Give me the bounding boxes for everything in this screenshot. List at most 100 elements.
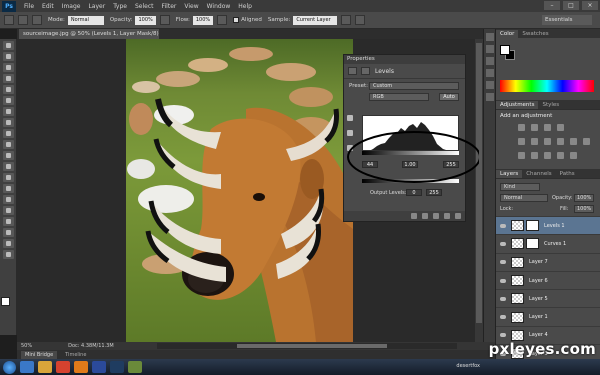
zoom-tool-icon[interactable] <box>2 250 14 259</box>
type-tool-icon[interactable] <box>2 206 14 215</box>
layer-row[interactable]: Layer 7 <box>496 252 600 271</box>
tab-paths[interactable]: Paths <box>556 170 579 178</box>
color-balance-icon[interactable] <box>544 138 551 145</box>
layer-mask-thumbnail[interactable] <box>526 238 539 250</box>
layer-visibility-eye-icon[interactable] <box>500 333 506 338</box>
menu-type[interactable]: Type <box>113 3 127 10</box>
layer-visibility-eye-icon[interactable] <box>500 278 506 283</box>
tab-timeline[interactable]: Timeline <box>61 351 90 359</box>
ignore-adjustment-icon[interactable] <box>341 15 352 25</box>
opacity-input[interactable]: 100% <box>135 15 156 25</box>
threshold-icon[interactable] <box>544 152 551 159</box>
pressure-opacity-icon[interactable] <box>159 15 170 25</box>
layer-filter-kind[interactable]: Kind <box>500 183 540 191</box>
actions-panel-icon[interactable] <box>485 45 494 53</box>
clone-stamp-preset-icon[interactable] <box>4 15 14 25</box>
tab-channels[interactable]: Channels <box>522 170 555 178</box>
foreground-color-chip[interactable] <box>500 45 510 55</box>
exposure-icon[interactable] <box>557 124 564 131</box>
hue-saturation-icon[interactable] <box>531 138 538 145</box>
clone-stamp-tool-icon[interactable] <box>2 129 14 138</box>
brush-panel-icon[interactable] <box>485 93 494 101</box>
start-button[interactable] <box>3 360 16 374</box>
color-spectrum-bar[interactable] <box>500 80 594 92</box>
layer-row[interactable]: Curves 1 <box>496 234 600 252</box>
blend-mode-select[interactable]: Normal <box>500 194 548 202</box>
hand-tool-icon[interactable] <box>2 239 14 248</box>
character-panel-icon[interactable] <box>485 69 494 77</box>
layer-visibility-eye-icon[interactable] <box>500 315 506 320</box>
document-tab[interactable]: sourceimage.jpg @ 50% (Levels 1, Layer M… <box>19 29 159 39</box>
vibrance-icon[interactable] <box>518 138 525 145</box>
fill-input[interactable]: 100% <box>574 205 594 213</box>
chrome-icon[interactable] <box>56 361 70 373</box>
selective-color-icon[interactable] <box>570 152 577 159</box>
preset-select[interactable]: Custom <box>369 82 459 90</box>
channel-select[interactable]: RGB <box>369 93 429 101</box>
layer-row[interactable]: Layer 6 <box>496 270 600 289</box>
menu-layer[interactable]: Layer <box>88 3 105 10</box>
menu-edit[interactable]: Edit <box>42 3 54 10</box>
menu-image[interactable]: Image <box>62 3 81 10</box>
layer-row[interactable]: Levels 1 <box>496 216 600 235</box>
tab-swatches[interactable]: Swatches <box>518 30 552 38</box>
vertical-scrollbar[interactable] <box>475 39 483 342</box>
menu-help[interactable]: Help <box>238 3 252 10</box>
zoom-level[interactable]: 50% <box>21 343 32 349</box>
photo-filter-icon[interactable] <box>570 138 577 145</box>
workspace-select[interactable]: Essentials <box>542 15 592 25</box>
black-point-eyedropper-icon[interactable] <box>347 115 353 121</box>
menu-view[interactable]: View <box>184 3 198 10</box>
channel-mixer-icon[interactable] <box>583 138 590 145</box>
menu-file[interactable]: File <box>24 3 34 10</box>
flow-input[interactable]: 100% <box>192 15 214 25</box>
eyedropper-tool-icon[interactable] <box>2 96 14 105</box>
layer-visibility-eye-icon[interactable] <box>500 260 506 265</box>
dodge-tool-icon[interactable] <box>2 184 14 193</box>
layer-visibility-eye-icon[interactable] <box>500 241 506 246</box>
paragraph-panel-icon[interactable] <box>485 81 494 89</box>
tab-mini-bridge[interactable]: Mini Bridge <box>21 350 58 359</box>
invert-icon[interactable] <box>518 152 525 159</box>
tab-adjustments[interactable]: Adjustments <box>496 101 539 109</box>
output-white[interactable]: 255 <box>426 189 442 196</box>
brush-tool-icon[interactable] <box>2 118 14 127</box>
move-tool-icon[interactable] <box>2 41 14 50</box>
layer-row[interactable]: Layer 1 <box>496 307 600 325</box>
lasso-tool-icon[interactable] <box>2 63 14 72</box>
document-image[interactable] <box>126 39 353 342</box>
gradient-tool-icon[interactable] <box>2 162 14 171</box>
marquee-tool-icon[interactable] <box>2 52 14 61</box>
pen-tool-icon[interactable] <box>2 195 14 204</box>
horizontal-scroll-thumb[interactable] <box>237 344 387 348</box>
layer-row[interactable]: Layer 5 <box>496 289 600 307</box>
ie-icon[interactable] <box>20 361 34 373</box>
photoshop-taskbar-icon[interactable] <box>110 361 124 373</box>
maximize-icon[interactable]: □ <box>563 1 579 10</box>
airbrush-icon[interactable] <box>217 15 228 25</box>
pressure-size-icon[interactable] <box>355 15 366 25</box>
posterize-icon[interactable] <box>531 152 538 159</box>
history-panel-icon[interactable] <box>485 33 494 41</box>
path-select-tool-icon[interactable] <box>2 217 14 226</box>
curves-icon[interactable] <box>544 124 551 131</box>
brightness-contrast-icon[interactable] <box>518 124 525 131</box>
vlc-icon[interactable] <box>74 361 88 373</box>
tab-color[interactable]: Color <box>496 30 519 38</box>
brush-preset-icon[interactable] <box>18 15 28 25</box>
brush-panel-icon[interactable] <box>32 15 42 25</box>
auto-button[interactable]: Auto <box>439 93 459 101</box>
layer-visibility-eye-icon[interactable] <box>500 223 506 228</box>
minimize-icon[interactable]: – <box>544 1 560 10</box>
menu-filter[interactable]: Filter <box>162 3 177 10</box>
quick-select-tool-icon[interactable] <box>2 74 14 83</box>
foreground-color-swatch[interactable] <box>1 297 10 306</box>
visibility-icon[interactable] <box>444 213 450 219</box>
crop-tool-icon[interactable] <box>2 85 14 94</box>
aligned-checkbox[interactable] <box>233 17 240 23</box>
gradient-map-icon[interactable] <box>557 152 564 159</box>
tab-styles[interactable]: Styles <box>538 101 563 109</box>
layer-visibility-eye-icon[interactable] <box>500 296 506 301</box>
word-icon[interactable] <box>92 361 106 373</box>
layer-mask-icon[interactable] <box>361 67 370 75</box>
